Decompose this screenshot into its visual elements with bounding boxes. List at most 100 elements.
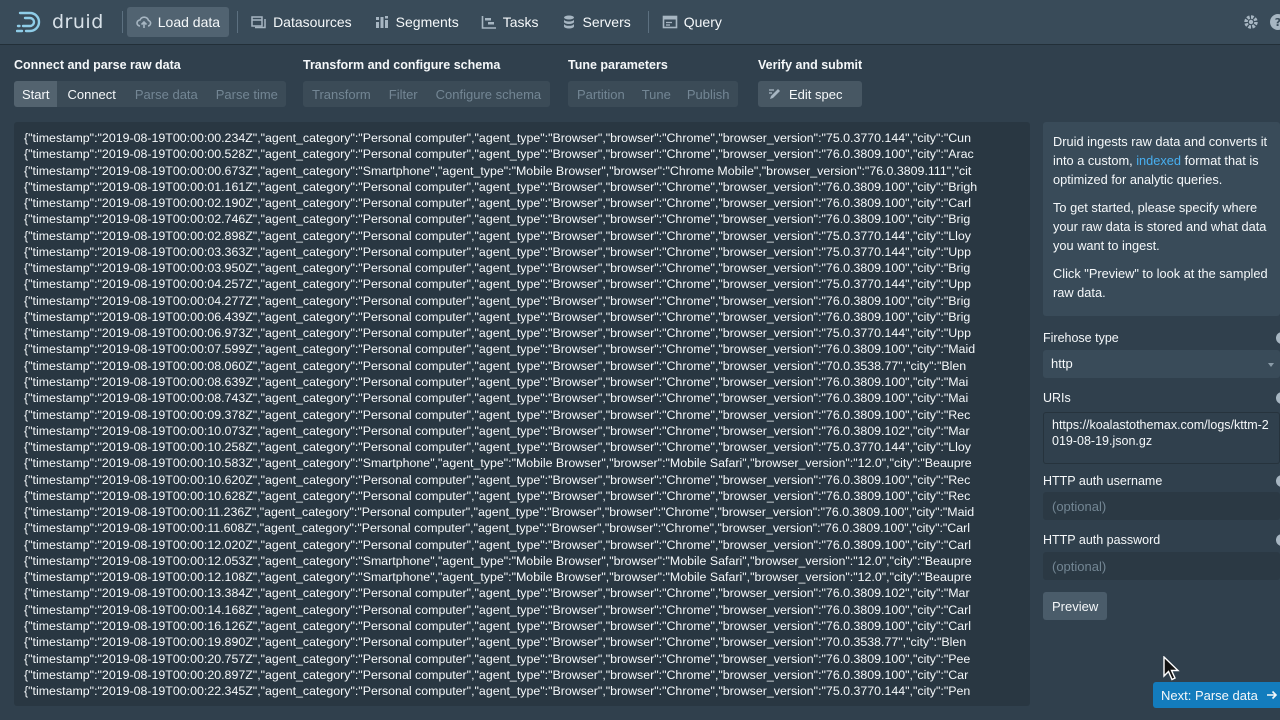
http-auth-username-label-text: HTTP auth username [1043,474,1163,488]
step-connect-button[interactable]: Connect [57,81,125,107]
indexed-link[interactable]: indexed [1136,153,1181,168]
nav-right-tools: ? [1242,0,1280,44]
nav-tasks-label: Tasks [502,14,539,30]
raw-data-line: {"timestamp":"2019-08-19T00:00:07.599Z",… [24,342,976,357]
uris-label: URIs [1043,391,1280,405]
raw-data-line: {"timestamp":"2019-08-19T00:00:06.973Z",… [24,326,971,341]
info-paragraph-3: Click "Preview" to look at the sampled r… [1053,266,1268,300]
edit-spec-button[interactable]: Edit spec [758,81,863,107]
info-paragraph-2: To get started, please specify where you… [1053,200,1267,253]
nav-query-label: Query [683,14,722,30]
arrow-right-icon [1266,689,1278,701]
info-sign-icon[interactable] [1276,475,1280,487]
nav-divider [237,11,239,33]
step-title-connect-parse: Connect and parse raw data [14,58,181,72]
next-parse-data-label: Next: Parse data [1161,687,1258,703]
svg-text:?: ? [1275,16,1280,29]
raw-data-line: {"timestamp":"2019-08-19T00:00:12.053Z",… [24,553,972,568]
raw-data-line: {"timestamp":"2019-08-19T00:00:22.345Z",… [24,684,971,699]
raw-data-line: {"timestamp":"2019-08-19T00:00:02.898Z",… [24,228,971,243]
nav-datasources[interactable]: Datasources [242,7,361,37]
step-buttons-transform: Transform Filter Configure schema [303,81,551,107]
info-sign-icon[interactable] [1276,392,1280,404]
datasources-icon [251,14,267,30]
step-tune-button[interactable]: Tune [634,81,679,107]
info-sign-icon[interactable] [1276,332,1280,344]
gear-icon[interactable] [1242,13,1260,31]
druid-logo[interactable]: druid [16,0,104,44]
next-parse-data-button[interactable]: Next: Parse data [1153,682,1280,708]
raw-data-line: {"timestamp":"2019-08-19T00:00:11.608Z",… [24,521,971,536]
nav-load-data[interactable]: Load data [126,7,230,37]
nav-servers[interactable]: Servers [552,7,640,37]
step-partition-button[interactable]: Partition [568,81,634,107]
step-group-connect-parse: Connect and parse raw data Start Connect… [14,58,286,107]
raw-data-preview[interactable]: {"timestamp":"2019-08-19T00:00:00.234Z",… [14,122,1030,706]
step-group-tune: Tune parameters Partition Tune Publish [568,58,738,107]
firehose-type-select[interactable]: http [1043,350,1280,378]
nav-segments-label: Segments [395,14,459,30]
raw-data-line: {"timestamp":"2019-08-19T00:00:10.258Z",… [24,440,971,455]
raw-data-line: {"timestamp":"2019-08-19T00:00:09.378Z",… [24,407,971,422]
raw-data-line: {"timestamp":"2019-08-19T00:00:20.757Z",… [24,651,971,666]
raw-data-line: {"timestamp":"2019-08-19T00:00:04.257Z",… [24,277,971,292]
uris-textarea[interactable]: https://koalastothemax.com/logs/kttm-201… [1043,412,1280,464]
raw-data-line: {"timestamp":"2019-08-19T00:00:10.583Z",… [24,456,972,471]
help-icon[interactable]: ? [1269,13,1280,31]
raw-data-line: {"timestamp":"2019-08-19T00:00:11.236Z",… [24,505,975,520]
http-auth-password-label-text: HTTP auth password [1043,533,1161,547]
nav-tasks[interactable]: Tasks [472,7,548,37]
http-auth-password-input[interactable]: (optional) [1043,552,1280,580]
nav-segments[interactable]: Segments [365,7,468,37]
caret-down-icon [1268,363,1274,367]
raw-data-line: {"timestamp":"2019-08-19T00:00:00.234Z",… [24,131,971,145]
raw-data-line: {"timestamp":"2019-08-19T00:00:12.020Z",… [24,537,971,552]
nav-divider [647,11,649,33]
cloud-upload-icon [136,14,152,30]
raw-data-line: {"timestamp":"2019-08-19T00:00:10.620Z",… [24,472,971,487]
info-sign-icon[interactable] [1276,534,1280,546]
segments-icon [374,14,390,30]
raw-data-line: {"timestamp":"2019-08-19T00:00:10.073Z",… [24,423,970,438]
database-icon [561,14,577,30]
mouse-cursor-icon [1163,656,1180,681]
raw-data-line: {"timestamp":"2019-08-19T00:00:20.897Z",… [24,667,969,682]
nav-divider [121,11,123,33]
raw-data-line: {"timestamp":"2019-08-19T00:00:00.673Z",… [24,163,972,178]
uris-label-text: URIs [1043,391,1071,405]
preview-button[interactable]: Preview [1043,592,1108,620]
raw-data-line: {"timestamp":"2019-08-19T00:00:01.161Z",… [24,179,978,194]
raw-data-line: {"timestamp":"2019-08-19T00:00:02.190Z",… [24,196,971,211]
raw-data-line: {"timestamp":"2019-08-19T00:00:14.168Z",… [24,602,971,617]
step-publish-button[interactable]: Publish [679,81,738,107]
edit-spec-label: Edit spec [789,86,843,102]
raw-data-line: {"timestamp":"2019-08-19T00:00:04.277Z",… [24,293,971,308]
connect-control-panel: Druid ingests raw data and converts it i… [1043,122,1280,720]
firehose-type-value: http [1051,356,1073,371]
firehose-type-label: Firehose type [1043,331,1280,345]
nav-load-data-label: Load data [157,14,221,30]
step-title-transform: Transform and configure schema [303,58,501,72]
step-configure-schema-button[interactable]: Configure schema [427,81,551,107]
step-start-button[interactable]: Start [14,81,58,107]
step-transform-button[interactable]: Transform [303,81,380,107]
raw-data-line: {"timestamp":"2019-08-19T00:00:03.950Z",… [24,261,971,276]
raw-data-line: {"timestamp":"2019-08-19T00:00:13.384Z",… [24,586,970,601]
step-parse-data-button[interactable]: Parse data [126,81,207,107]
firehose-type-label-text: Firehose type [1043,331,1119,345]
application-icon [662,14,678,30]
step-parse-time-button[interactable]: Parse time [207,81,286,107]
nav-query[interactable]: Query [653,7,731,37]
step-group-transform: Transform and configure schema Transform… [303,58,551,107]
raw-data-line: {"timestamp":"2019-08-19T00:00:08.743Z",… [24,391,969,406]
raw-data-line: {"timestamp":"2019-08-19T00:00:06.439Z",… [24,309,971,324]
step-filter-button[interactable]: Filter [380,81,427,107]
tasks-icon [481,14,497,30]
info-callout: Druid ingests raw data and converts it i… [1043,122,1280,316]
raw-data-line: {"timestamp":"2019-08-19T00:00:08.060Z",… [24,358,967,373]
raw-data-line: {"timestamp":"2019-08-19T00:00:08.639Z",… [24,374,969,389]
http-auth-username-input[interactable]: (optional) [1043,492,1280,520]
raw-data-lines: {"timestamp":"2019-08-19T00:00:00.234Z",… [24,130,1030,699]
top-navbar: druid Load data Datasources Segments Tas… [0,0,1280,44]
nav-servers-label: Servers [582,14,631,30]
